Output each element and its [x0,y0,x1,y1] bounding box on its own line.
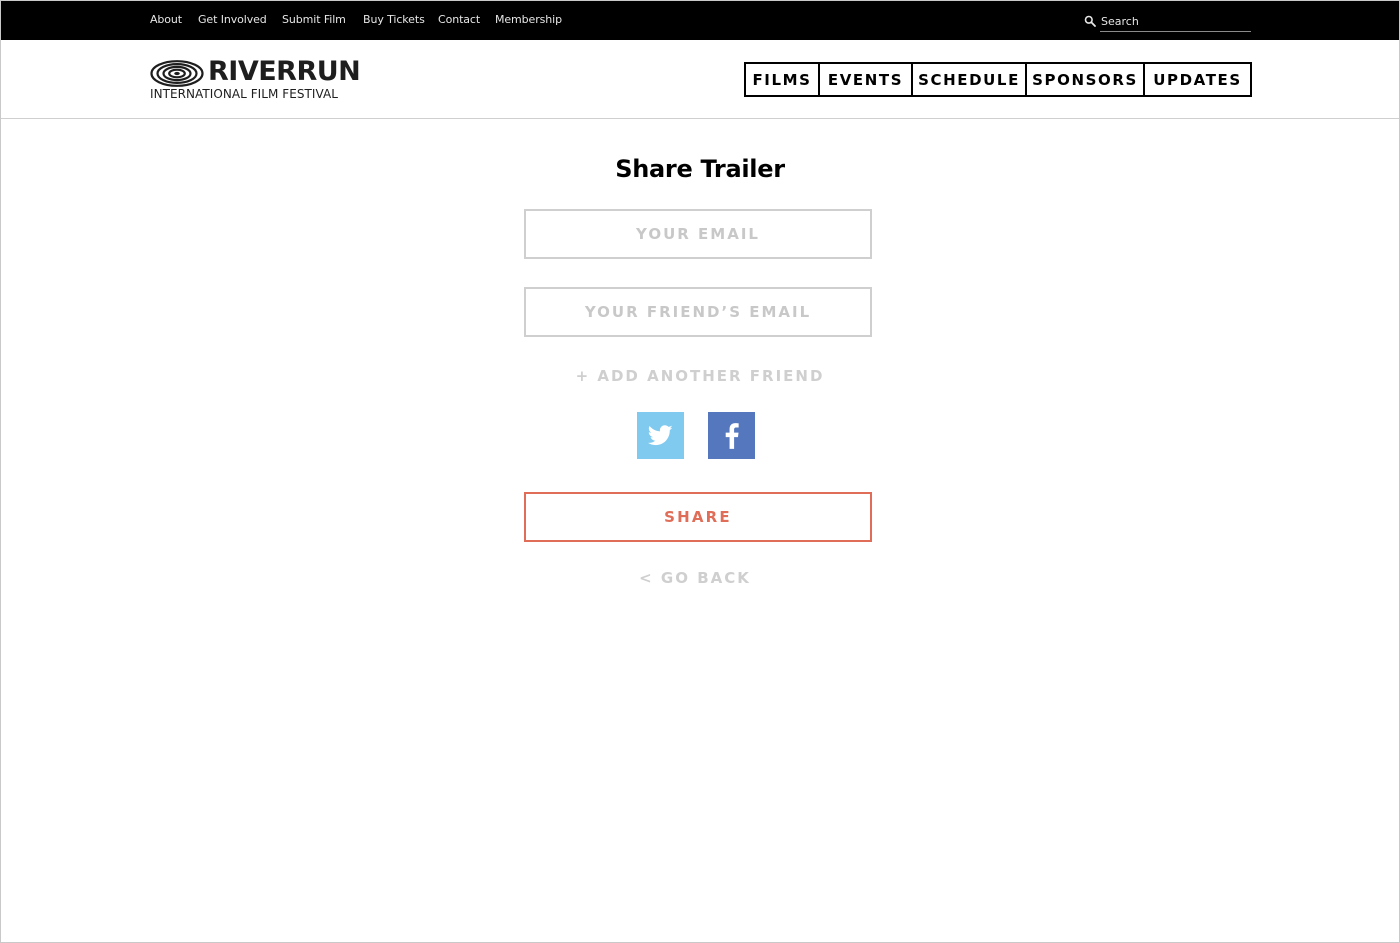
nav-item-sponsors[interactable]: SPONSORS [1027,64,1145,95]
friend-email-input[interactable] [524,287,872,337]
utility-nav: About Get Involved Submit Film Buy Ticke… [150,13,562,26]
your-email-input[interactable] [524,209,872,259]
site-header: RIVERRUN INTERNATIONAL FILM FESTIVAL FIL… [1,40,1399,119]
utility-link-about[interactable]: About [150,13,198,26]
utility-link-contact[interactable]: Contact [438,13,495,26]
go-back-row: < GO BACK [0,569,1390,587]
nav-item-schedule[interactable]: SCHEDULE [913,64,1027,95]
film-reel-rings-icon [150,60,204,87]
go-back-link[interactable]: < GO BACK [639,569,751,587]
top-bar: About Get Involved Submit Film Buy Ticke… [1,1,1399,40]
search-box [1084,13,1251,32]
twitter-share-button[interactable] [637,412,684,459]
share-button[interactable]: SHARE [524,492,872,542]
search-icon[interactable] [1084,15,1096,27]
search-input[interactable] [1100,13,1251,32]
add-another-friend-link[interactable]: + ADD ANOTHER FRIEND [576,367,825,385]
page-frame [0,0,1400,943]
nav-item-updates[interactable]: UPDATES [1145,64,1250,95]
logo-tagline: INTERNATIONAL FILM FESTIVAL [150,87,338,101]
facebook-share-button[interactable] [708,412,755,459]
add-friend-row: + ADD ANOTHER FRIEND [0,367,1400,385]
logo-wordmark: RIVERRUN [208,56,361,87]
riverrun-logo[interactable]: RIVERRUN INTERNATIONAL FILM FESTIVAL [150,56,382,104]
facebook-icon [725,422,739,449]
utility-link-submit-film[interactable]: Submit Film [282,13,363,26]
utility-link-membership[interactable]: Membership [495,13,562,26]
nav-item-events[interactable]: EVENTS [820,64,913,95]
utility-link-buy-tickets[interactable]: Buy Tickets [363,13,438,26]
page-title: Share Trailer [615,155,785,183]
utility-link-get-involved[interactable]: Get Involved [198,13,282,26]
main-nav: FILMS EVENTS SCHEDULE SPONSORS UPDATES [744,62,1252,97]
twitter-icon [648,425,673,446]
nav-item-films[interactable]: FILMS [746,64,820,95]
